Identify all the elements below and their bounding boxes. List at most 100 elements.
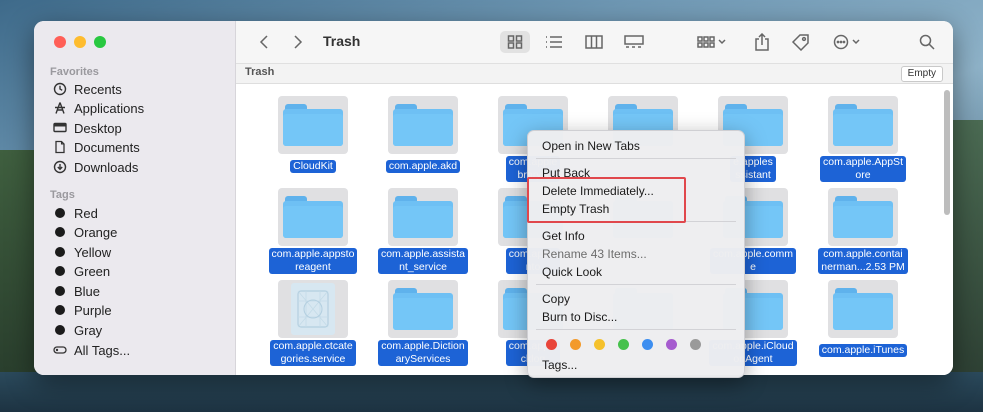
folder-icon: [283, 196, 343, 238]
document-icon: [52, 139, 68, 155]
folder-icon: [833, 196, 893, 238]
tag-dot-icon: [55, 247, 65, 257]
context-menu: Open in New Tabs Put Back Delete Immedia…: [527, 130, 745, 378]
list-icon: [546, 36, 562, 48]
file-item[interactable]: com.apple.ctcate gories.service: [258, 274, 368, 366]
folder-thumbnail: [828, 188, 898, 246]
tag-color-dot[interactable]: [546, 339, 557, 350]
tag-color-dot[interactable]: [594, 339, 605, 350]
window-title: Trash: [323, 33, 361, 49]
all-tags-icon: [52, 342, 68, 358]
tag-color-dot[interactable]: [642, 339, 653, 350]
folder-thumbnail: [278, 188, 348, 246]
sidebar-item-label: Downloads: [74, 159, 139, 175]
tag-dot-icon: [55, 208, 65, 218]
file-item[interactable]: com.apple.assista nt_service: [368, 182, 478, 274]
sidebar-item-documents[interactable]: Documents: [52, 138, 140, 156]
group-by-button[interactable]: [692, 31, 732, 53]
tag-color-dot[interactable]: [570, 339, 581, 350]
empty-button[interactable]: Empty: [900, 66, 943, 82]
trash-pathbar: Trash Empty: [236, 64, 953, 84]
sidebar-tag-gray[interactable]: Gray: [52, 321, 102, 339]
folder-icon: [833, 104, 893, 146]
file-item-label: com.apple.AppSt ore: [820, 156, 906, 182]
sidebar-item-label: Purple: [74, 302, 112, 318]
sidebar-item-recents[interactable]: Recents: [52, 80, 122, 98]
search-button[interactable]: [916, 31, 938, 53]
sidebar-item-label: Orange: [74, 224, 118, 240]
menu-item-copy[interactable]: Copy: [542, 291, 570, 307]
menu-item-rename[interactable]: Rename 43 Items...: [542, 246, 647, 262]
tags-heading: Tags: [50, 189, 75, 201]
tag-dot-icon: [55, 305, 65, 315]
sidebar-tag-purple[interactable]: Purple: [52, 301, 112, 319]
sidebar-item-label: Documents: [74, 139, 140, 155]
minimize-button[interactable]: [74, 36, 86, 48]
file-item[interactable]: com.apple.iTunes: [808, 274, 918, 364]
tag-color-dot[interactable]: [666, 339, 677, 350]
scrollbar[interactable]: [944, 88, 950, 371]
scrollbar-thumb[interactable]: [944, 90, 950, 215]
desktop-background-bottom: [0, 372, 983, 412]
file-item[interactable]: com.apple.AppSt ore: [808, 90, 918, 182]
file-item-label: com.apple.akd: [385, 160, 461, 173]
sidebar-item-label: Green: [74, 263, 111, 279]
file-item[interactable]: com.apple.Diction aryServices: [368, 274, 478, 366]
menu-separator: [536, 158, 736, 159]
list-view-button[interactable]: [539, 31, 569, 53]
column-view-button[interactable]: [579, 31, 609, 53]
tag-dot-icon: [55, 227, 65, 237]
columns-icon: [585, 35, 603, 49]
favorites-heading: Favorites: [50, 66, 99, 78]
sidebar-item-label: Yellow: [74, 244, 112, 260]
share-icon: [755, 33, 769, 51]
menu-item-burn-to-disc[interactable]: Burn to Disc...: [542, 309, 617, 325]
share-button[interactable]: [751, 31, 773, 53]
sidebar-tag-green[interactable]: Green: [52, 262, 110, 280]
clock-icon: [52, 81, 68, 97]
sidebar-item-label: All Tags...: [74, 342, 131, 358]
close-button[interactable]: [54, 36, 66, 48]
folder-thumbnail: [828, 280, 898, 338]
menu-item-get-info[interactable]: Get Info: [542, 228, 585, 244]
menu-item-open-in-new-tabs[interactable]: Open in New Tabs: [542, 138, 640, 154]
download-icon: [52, 159, 68, 175]
file-item-label: com.apple.iTunes: [818, 344, 908, 357]
file-item[interactable]: CloudKit: [258, 90, 368, 180]
group-icon: [697, 36, 726, 48]
sidebar-tag-red[interactable]: Red: [52, 204, 98, 222]
sidebar-item-label: Recents: [74, 81, 122, 97]
back-button[interactable]: [254, 31, 274, 53]
forward-button[interactable]: [288, 31, 308, 53]
tag-icon: [791, 34, 809, 51]
menu-item-tags[interactable]: Tags...: [542, 357, 577, 373]
file-item[interactable]: com.apple.akd: [368, 90, 478, 180]
zoom-button[interactable]: [94, 36, 106, 48]
file-item[interactable]: com.apple.contai nerman...2.53 PM: [808, 182, 918, 274]
sidebar-item-desktop[interactable]: Desktop: [52, 119, 122, 137]
folder-icon: [393, 104, 453, 146]
folder-thumbnail: [828, 96, 898, 154]
action-button[interactable]: [830, 31, 866, 53]
sidebar-tag-yellow[interactable]: Yellow: [52, 243, 111, 261]
sidebar-tag-blue[interactable]: Blue: [52, 282, 100, 300]
sidebar-item-applications[interactable]: Applications: [52, 99, 144, 117]
file-item-label: com.apple.ctcate gories.service: [270, 340, 356, 366]
sidebar-item-downloads[interactable]: Downloads: [52, 158, 138, 176]
tag-dot-icon: [55, 325, 65, 335]
sidebar-tag-orange[interactable]: Orange: [52, 223, 117, 241]
file-item[interactable]: com.apple.appsto reagent: [258, 182, 368, 274]
icon-view-button[interactable]: [500, 31, 530, 53]
menu-item-quick-look[interactable]: Quick Look: [542, 264, 602, 280]
folder-icon: [393, 288, 453, 330]
tag-color-dot[interactable]: [618, 339, 629, 350]
sidebar-all-tags[interactable]: All Tags...: [52, 341, 130, 359]
gallery-view-button[interactable]: [619, 31, 649, 53]
tag-button[interactable]: [789, 31, 813, 53]
sidebar-item-label: Red: [74, 205, 98, 221]
tag-color-dot[interactable]: [690, 339, 701, 350]
sidebar: Favorites Recents Applications Desktop D…: [34, 21, 236, 375]
chevron-left-icon: [259, 35, 268, 49]
chevron-right-icon: [294, 35, 303, 49]
file-item-label: CloudKit: [290, 160, 336, 173]
